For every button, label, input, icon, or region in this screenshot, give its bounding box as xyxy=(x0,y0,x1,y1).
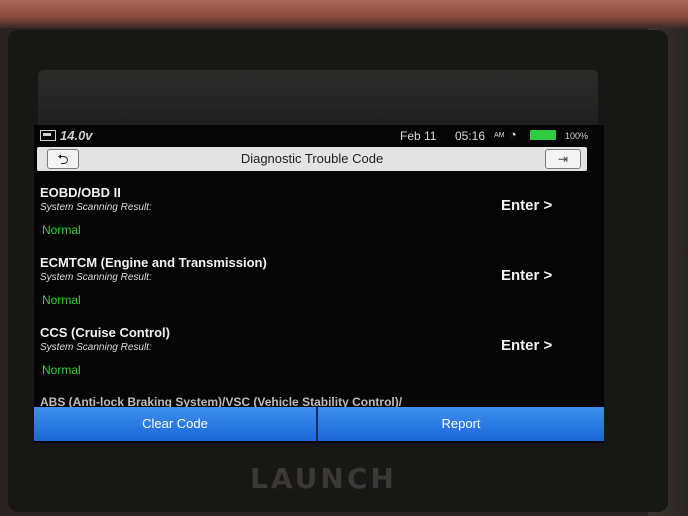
battery-icon xyxy=(530,130,556,140)
status-ampm: AM xyxy=(494,132,505,139)
exit-button[interactable]: ⇥ xyxy=(545,149,581,169)
battery-percent: 100% xyxy=(565,131,589,141)
page-title: Diagnostic Trouble Code xyxy=(240,151,384,166)
enter-button[interactable]: Enter > xyxy=(501,337,552,354)
clear-code-button[interactable]: Clear Code xyxy=(34,407,318,441)
enter-button[interactable]: Enter > xyxy=(501,267,552,284)
list-item[interactable]: ECMTCM (Engine and Transmission) System … xyxy=(34,255,604,325)
report-button[interactable]: Report xyxy=(318,407,604,441)
system-name: EOBD/OBD II xyxy=(40,185,121,200)
device-brand-logo: LAUNCH xyxy=(250,462,397,495)
system-name: CCS (Cruise Control) xyxy=(40,325,170,340)
scan-result-label: System Scanning Result: xyxy=(40,202,152,213)
scan-result-label: System Scanning Result: xyxy=(40,272,152,283)
wifi-icon: ◔ xyxy=(509,127,517,142)
scan-result-value: Normal xyxy=(42,223,81,237)
voltage-value: 14.0v xyxy=(60,128,93,143)
list-item[interactable]: EOBD/OBD II System Scanning Result: Norm… xyxy=(34,185,604,255)
car-battery-icon xyxy=(40,130,56,141)
exit-icon: ⇥ xyxy=(557,152,569,166)
enter-button[interactable]: Enter > xyxy=(501,197,552,214)
device-screen: 14.0v Feb 11 05:16 AM ◔ 100% ⮌ Diagnosti… xyxy=(34,125,604,443)
status-bar: 14.0v Feb 11 05:16 AM ◔ 100% xyxy=(34,125,604,147)
status-date: Feb 11 xyxy=(400,129,437,143)
system-list: EOBD/OBD II System Scanning Result: Norm… xyxy=(34,185,604,395)
list-item[interactable]: CCS (Cruise Control) System Scanning Res… xyxy=(34,325,604,395)
status-time: 05:16 xyxy=(455,129,486,143)
scan-result-label: System Scanning Result: xyxy=(40,342,152,353)
action-bar: Clear Code Report xyxy=(34,407,604,441)
scan-result-value: Normal xyxy=(42,293,81,307)
voltage-indicator: 14.0v xyxy=(40,128,93,143)
title-bar: ⮌ Diagnostic Trouble Code ⇥ xyxy=(37,147,587,171)
dashboard-trim xyxy=(0,0,688,28)
system-name: ECMTCM (Engine and Transmission) xyxy=(40,255,267,270)
scan-result-value: Normal xyxy=(42,363,81,377)
